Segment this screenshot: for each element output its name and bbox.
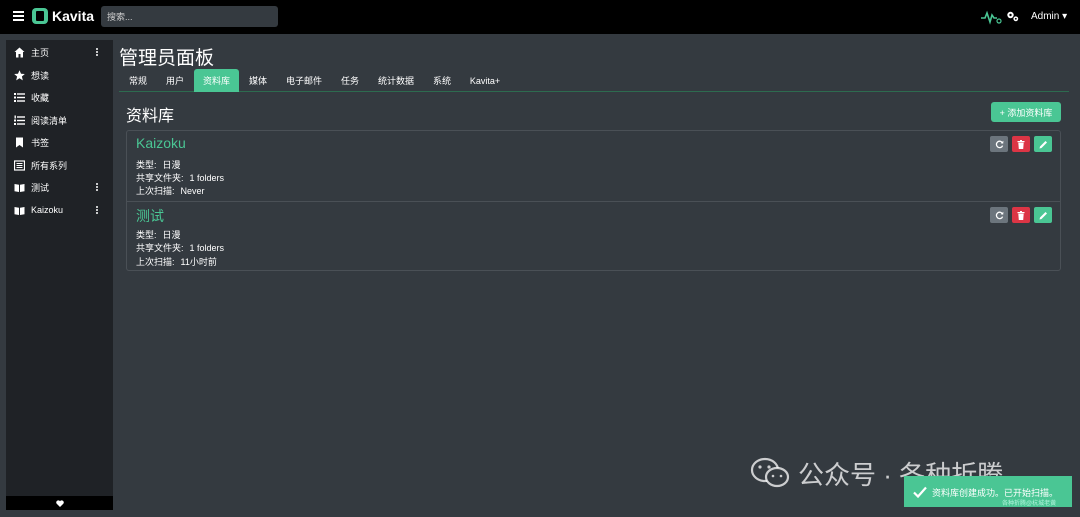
home-icon [14, 47, 25, 57]
library-type: 类型: 日漫 [136, 228, 181, 241]
watermark-small-text: 各种折腾@杭城老黄 [1002, 501, 1057, 507]
sidebar-item-library-kaizoku[interactable]: Kaizoku [6, 199, 113, 221]
sidebar-footer[interactable] [6, 496, 113, 510]
sidebar-item-all-series[interactable]: 所有系列 [6, 154, 113, 176]
book-open-icon [14, 183, 25, 192]
delete-library-button[interactable] [1012, 136, 1030, 152]
sidebar-item-label: 书签 [31, 137, 50, 148]
tab-libraries[interactable]: 资料库 [194, 69, 239, 92]
library-last-scan: 上次扫描: Never [136, 184, 205, 197]
edit-library-button[interactable] [1034, 207, 1052, 223]
kavita-logo-icon[interactable] [32, 8, 48, 24]
sidebar-item-want-to-read[interactable]: 想读 [6, 64, 113, 86]
tab-general[interactable]: 常规 [119, 69, 157, 92]
refresh-icon [995, 211, 1003, 219]
activity-icon[interactable] [980, 9, 1002, 25]
sidebar-item-home[interactable]: 主页 [6, 41, 113, 63]
settings-cog-icon[interactable] [1006, 10, 1019, 23]
sidebar: 主页 想读 收藏 阅读清单 书签 所有系列 测试 Kaizoku [6, 40, 113, 510]
list-ol-icon [14, 115, 25, 125]
scan-value: Never [180, 186, 205, 196]
scan-label: 上次扫描: [136, 186, 175, 196]
sidebar-item-bookmarks[interactable]: 书签 [6, 131, 113, 153]
folders-label: 共享文件夹: [136, 243, 184, 253]
success-toast[interactable]: 资料库创建成功。已开始扫描。 各种折腾@杭城老黄 [904, 476, 1072, 507]
type-label: 类型: [136, 230, 157, 240]
sidebar-item-label: 收藏 [31, 92, 50, 103]
tab-system[interactable]: 系统 [424, 69, 460, 92]
app-name[interactable]: Kavita [52, 8, 94, 24]
refresh-icon [995, 140, 1003, 148]
tab-kavita-plus[interactable]: Kavita+ [463, 69, 507, 92]
add-library-button[interactable]: + 添加资料库 [991, 102, 1061, 122]
bookmark-icon [16, 137, 23, 147]
more-options-icon[interactable] [96, 205, 99, 215]
star-icon [14, 69, 25, 80]
sidebar-item-label: Kaizoku [31, 205, 64, 215]
scan-label: 上次扫描: [136, 257, 175, 267]
sidebar-item-label: 所有系列 [31, 160, 68, 171]
heart-icon [55, 499, 64, 507]
hamburger-menu-icon[interactable] [13, 11, 24, 21]
library-last-scan: 上次扫描: 11小时前 [136, 255, 217, 268]
admin-tabs: 常规 用户 资料库 媒体 电子邮件 任务 统计数据 系统 Kavita+ [119, 69, 1069, 92]
scan-library-button[interactable] [990, 136, 1008, 152]
type-label: 类型: [136, 160, 157, 170]
more-options-icon[interactable] [96, 47, 99, 57]
check-icon [913, 486, 927, 499]
type-value: 日漫 [162, 230, 181, 240]
edit-library-button[interactable] [1034, 136, 1052, 152]
tab-users[interactable]: 用户 [157, 69, 193, 92]
library-folders: 共享文件夹: 1 folders [136, 171, 224, 184]
sidebar-item-label: 想读 [31, 70, 50, 81]
wechat-icon [750, 457, 790, 488]
trash-icon [1017, 210, 1025, 220]
tab-media[interactable]: 媒体 [240, 69, 276, 92]
library-type: 类型: 日漫 [136, 158, 181, 171]
pencil-icon [1039, 211, 1047, 219]
delete-library-button[interactable] [1012, 207, 1030, 223]
library-card: 测试 类型: 日漫 共享文件夹: 1 folders 上次扫描: 11小时前 [127, 201, 1060, 271]
type-value: 日漫 [162, 160, 181, 170]
sidebar-item-label: 主页 [31, 47, 50, 58]
sidebar-item-library-test[interactable]: 测试 [6, 176, 113, 198]
list-icon [14, 92, 25, 102]
sidebar-item-label: 阅读清单 [31, 115, 68, 126]
scan-value: 11小时前 [180, 257, 217, 267]
library-list: Kaizoku 类型: 日漫 共享文件夹: 1 folders 上次扫描: Never… [126, 130, 1061, 271]
folders-label: 共享文件夹: [136, 173, 184, 183]
user-menu[interactable]: Admin ▾ [1031, 11, 1067, 22]
more-options-icon[interactable] [96, 182, 99, 192]
folders-value: 1 folders [189, 243, 225, 253]
library-name[interactable]: Kaizoku [136, 135, 186, 151]
book-open-icon [14, 206, 25, 215]
top-navbar: Kavita Admin ▾ [0, 0, 1080, 34]
library-name[interactable]: 测试 [136, 206, 164, 226]
tab-statistics[interactable]: 统计数据 [371, 69, 421, 92]
tab-email[interactable]: 电子邮件 [279, 69, 329, 92]
search-input[interactable] [101, 6, 278, 27]
libraries-heading: 资料库 [126, 108, 175, 125]
library-folders: 共享文件夹: 1 folders [136, 241, 224, 254]
library-card: Kaizoku 类型: 日漫 共享文件夹: 1 folders 上次扫描: Never [127, 131, 1060, 201]
pencil-icon [1039, 140, 1047, 148]
folders-value: 1 folders [189, 173, 225, 183]
sidebar-item-label: 测试 [31, 182, 50, 193]
scan-library-button[interactable] [990, 207, 1008, 223]
trash-icon [1017, 139, 1025, 149]
page-title: 管理员面板 [119, 48, 215, 69]
sidebar-item-reading-lists[interactable]: 阅读清单 [6, 109, 113, 131]
tab-tasks[interactable]: 任务 [332, 69, 368, 92]
sidebar-item-collections[interactable]: 收藏 [6, 86, 113, 108]
series-icon [14, 159, 25, 171]
